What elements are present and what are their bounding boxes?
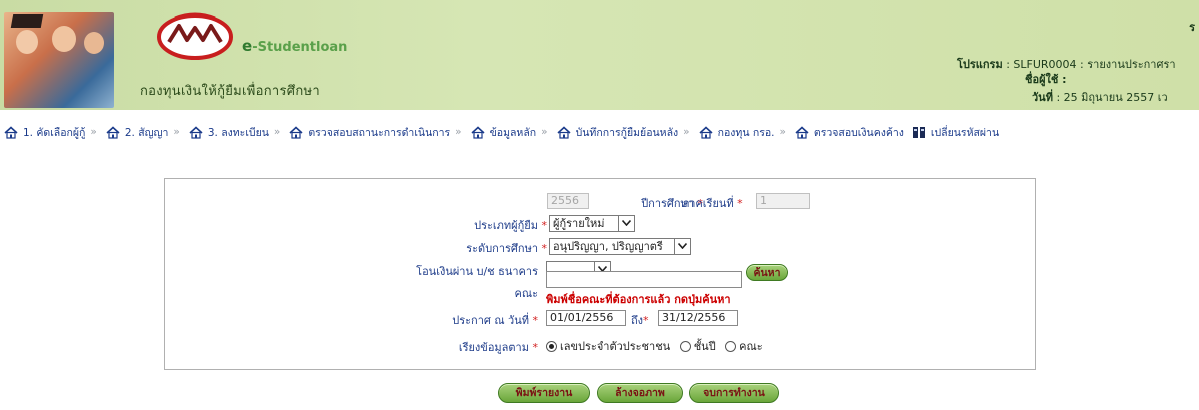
menu-item-register[interactable]: 3. ลงทะเบียน — [185, 124, 269, 141]
education-level-label: ระดับการศึกษา * — [466, 242, 547, 255]
clear-screen-button[interactable]: ล้างจอภาพ — [597, 383, 683, 403]
menu-item-check-status[interactable]: ตรวจสอบสถานะการดำเนินการ — [285, 124, 450, 141]
faculty-label: คณะ — [514, 287, 538, 300]
radio-icon — [679, 341, 691, 352]
academic-year-input[interactable]: 2556 — [547, 193, 589, 209]
home-icon — [106, 125, 120, 139]
header-info: ร โปรแกรม : SLFUR0004 : รายงานประกาศรา ช… — [865, 18, 1195, 108]
print-report-button[interactable]: พิมพ์รายงาน — [498, 383, 590, 403]
home-icon — [699, 125, 713, 139]
radio-icon — [725, 341, 737, 352]
fund-logo — [155, 12, 235, 62]
user-label: ชื่อผู้ใช้ : — [1025, 73, 1067, 86]
menu-separator: » — [455, 126, 462, 138]
faculty-input[interactable] — [546, 271, 742, 288]
sort-option-year[interactable]: ชั้นปี — [679, 340, 716, 353]
date-info: วันที่ : 25 มิถุนายน 2557 เว — [1032, 91, 1168, 104]
education-level-select[interactable]: อนุปริญญา, ปริญญาตรี — [549, 238, 691, 255]
semester-label: ภาคเรียนที่ * — [682, 197, 743, 210]
brand-prefix: e — [242, 37, 253, 55]
sort-label: เรียงข้อมูลตาม * — [458, 341, 538, 354]
announce-date-from-input[interactable]: 01/01/2556 — [546, 310, 626, 326]
home-icon — [4, 125, 18, 139]
menu-separator: » — [683, 126, 690, 138]
students-photo — [4, 12, 114, 108]
chevron-down-icon — [674, 239, 690, 254]
menu-separator: » — [779, 126, 786, 138]
main-menu: 1. คัดเลือกผู้กู้ » 2. สัญญา » 3. ลงทะเบ… — [0, 120, 1199, 144]
exit-button[interactable]: จบการทำงาน — [689, 383, 779, 403]
home-icon — [795, 125, 809, 139]
borrower-type-label: ประเภทผู้กู้ยืม * — [474, 219, 547, 232]
home-icon — [471, 125, 485, 139]
sort-option-citizen-id[interactable]: เลขประจำตัวประชาชน — [546, 340, 670, 353]
home-icon — [289, 125, 303, 139]
header-corner-text: ร — [1189, 21, 1195, 34]
chevron-down-icon — [618, 216, 634, 231]
fund-name: กองทุนเงินให้กู้ยืมเพื่อการศึกษา — [140, 84, 321, 99]
home-icon — [189, 125, 203, 139]
announce-date-to-input[interactable]: 31/12/2556 — [658, 310, 738, 326]
sort-option-faculty[interactable]: คณะ — [725, 340, 763, 353]
menu-item-change-password[interactable]: เปลี่ยนรหัสผ่าน — [904, 124, 999, 141]
radio-selected-icon — [546, 341, 557, 352]
menu-separator: » — [541, 126, 548, 138]
menu-item-contract[interactable]: 2. สัญญา — [102, 124, 168, 141]
announce-date-to-label: ถึง* — [631, 314, 649, 327]
faculty-hint: พิมพ์ชื่อคณะที่ต้องการแล้ว กดปุ่มค้นหา — [546, 293, 731, 306]
menu-item-outstanding[interactable]: ตรวจสอบเงินคงค้าง — [791, 124, 904, 141]
menu-separator: » — [90, 126, 97, 138]
borrower-type-select[interactable]: ผู้กู้รายใหม่ — [549, 215, 635, 232]
menu-item-icl-fund[interactable]: กองทุน กรอ. — [695, 124, 774, 141]
home-icon — [557, 125, 571, 139]
sort-options: เลขประจำตัวประชาชน ชั้นปี คณะ — [546, 337, 769, 355]
brand-name: e-Studentloan — [242, 37, 348, 55]
semester-input[interactable]: 1 — [756, 193, 810, 209]
menu-item-back-record[interactable]: บันทึกการกู้ยืมย้อนหลัง — [553, 124, 678, 141]
header-banner: e-Studentloan กองทุนเงินให้กู้ยืมเพื่อกา… — [0, 0, 1199, 110]
key-icon — [912, 126, 926, 139]
faculty-search-button[interactable]: ค้นหา — [746, 264, 788, 281]
bank-transfer-label: โอนเงินผ่าน บ/ช ธนาคาร — [416, 265, 538, 278]
menu-separator: » — [273, 126, 281, 138]
menu-item-master-data[interactable]: ข้อมูลหลัก — [467, 124, 536, 141]
menu-item-select-borrower[interactable]: 1. คัดเลือกผู้กู้ — [0, 124, 85, 141]
report-form: ปีการศึกษา * 2556 ภาคเรียนที่ * 1 ประเภท… — [164, 178, 1036, 370]
announce-date-label: ประกาศ ณ วันที่ * — [452, 314, 538, 327]
menu-separator: » — [173, 126, 180, 138]
